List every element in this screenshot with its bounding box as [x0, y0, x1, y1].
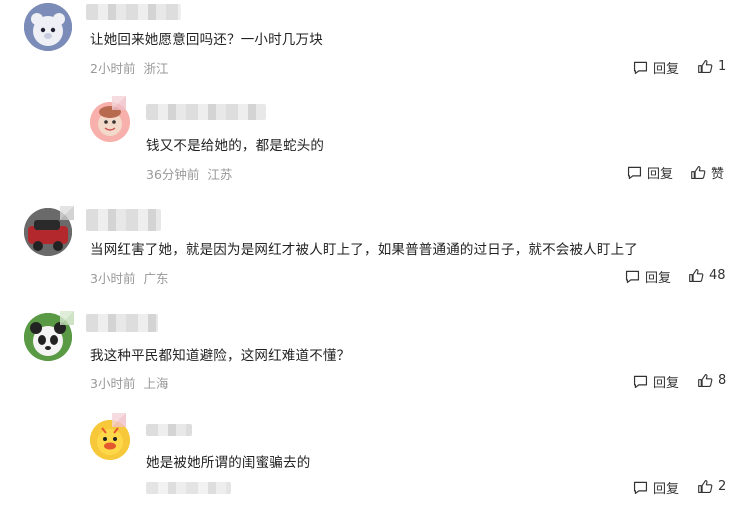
- comment-bubble-icon: [633, 375, 648, 389]
- reply-button[interactable]: 回复: [624, 267, 671, 286]
- reply-button[interactable]: 回复: [626, 163, 673, 182]
- comment-time: 2小时前: [90, 61, 136, 76]
- like-count: 1: [718, 59, 727, 74]
- reply-button[interactable]: 回复: [632, 372, 679, 391]
- comment-text: 我这种平民都知道避险，这网红难道不懂？: [90, 348, 351, 364]
- username-blurred[interactable]: [86, 314, 158, 332]
- reply-label: 回复: [647, 167, 674, 182]
- username-blurred[interactable]: [146, 424, 192, 436]
- thumbs-up-icon: [691, 165, 706, 180]
- comment-meta: 3小时前 上海: [90, 373, 168, 392]
- username-blurred[interactable]: [86, 4, 181, 20]
- comment-bubble-icon: [625, 270, 640, 284]
- avatar-mosaic: [60, 311, 74, 325]
- thumbs-up-icon: [698, 479, 713, 494]
- username-blurred[interactable]: [86, 209, 161, 231]
- avatar-mosaic: [112, 96, 126, 110]
- avatar[interactable]: [24, 3, 72, 51]
- reply-button[interactable]: 回复: [632, 478, 679, 497]
- reply-button[interactable]: 回复: [632, 58, 679, 77]
- like-count: 2: [718, 479, 727, 494]
- reply-label: 回复: [653, 62, 680, 77]
- like-count: 8: [718, 373, 727, 388]
- meta-blurred: [146, 482, 231, 494]
- like-button[interactable]: 8: [697, 372, 726, 389]
- comment-meta: 2小时前 浙江: [90, 58, 168, 77]
- like-count: 48: [709, 268, 726, 283]
- comment-location: 浙江: [143, 61, 169, 76]
- comment-bubble-icon: [633, 61, 648, 75]
- comment-time: 3小时前: [90, 376, 136, 391]
- avatar-mosaic: [60, 206, 74, 220]
- comment-location: 江苏: [207, 167, 233, 182]
- comment-text: 她是被她所谓的闺蜜骗去的: [146, 455, 311, 471]
- like-button[interactable]: 1: [697, 58, 726, 75]
- thumbs-up-icon: [698, 373, 713, 388]
- comment-text: 当网红害了她，就是因为是网红才被人盯上了，如果普普通通的过日子，就不会被人盯上了: [90, 242, 638, 258]
- reply-label: 回复: [645, 271, 672, 286]
- thumbs-up-icon: [689, 268, 704, 283]
- comment-meta: 3小时前 广东: [90, 268, 168, 287]
- like-button[interactable]: 赞: [690, 163, 724, 182]
- comment-time: 36分钟前: [146, 167, 200, 182]
- like-label: 赞: [711, 167, 725, 182]
- comment-location: 广东: [143, 271, 169, 286]
- comment-text: 让她回来她愿意回吗还？一小时几万块: [90, 32, 323, 48]
- username-blurred[interactable]: [146, 104, 266, 120]
- bear-avatar-icon: [24, 3, 72, 51]
- thumbs-up-icon: [698, 59, 713, 74]
- avatar-mosaic: [112, 413, 126, 427]
- comment-time: 3小时前: [90, 271, 136, 286]
- like-button[interactable]: 2: [697, 478, 726, 495]
- comment-text: 钱又不是给她的，都是蛇头的: [146, 138, 325, 154]
- comment-bubble-icon: [633, 481, 648, 495]
- comment-bubble-icon: [627, 166, 642, 180]
- like-button[interactable]: 48: [688, 267, 726, 284]
- reply-label: 回复: [653, 482, 680, 497]
- comment-location: 上海: [143, 376, 169, 391]
- comment-meta: 36分钟前 江苏: [146, 164, 232, 183]
- reply-label: 回复: [653, 376, 680, 391]
